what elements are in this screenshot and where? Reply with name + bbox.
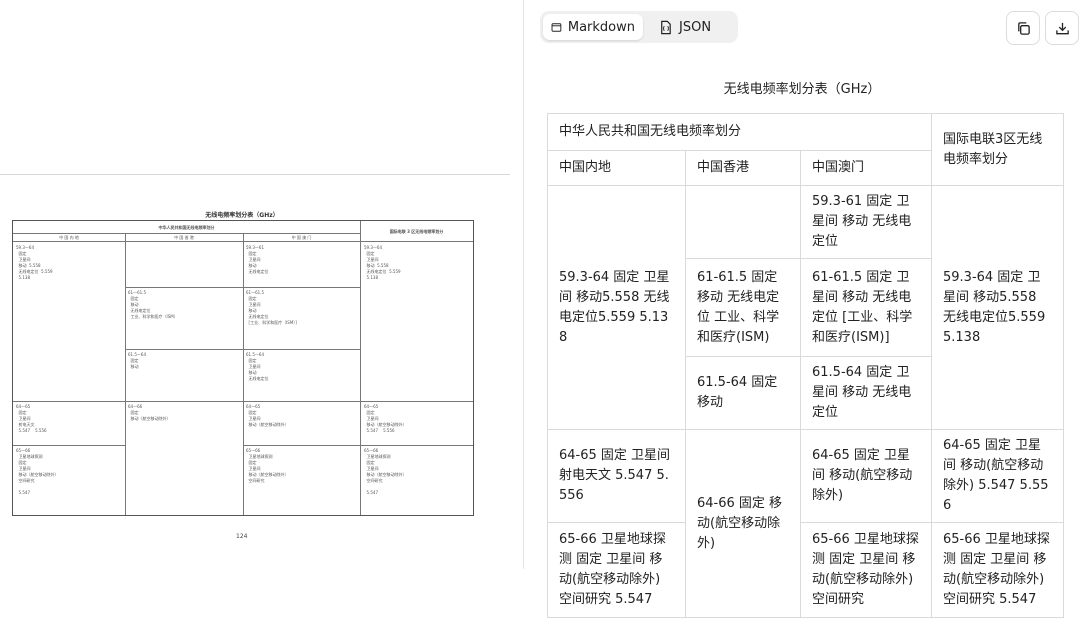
download-button[interactable] [1045,11,1079,45]
grid-line [13,233,360,234]
table-cell [685,185,801,259]
source-cell: 59.3—64 固定 卫星间 移动 5.558 无线电定位 5.559 5.13… [16,245,53,280]
table-row: 中华人民共和国无线电频率划分 国际电联3区无线电频率划分 [547,113,1064,186]
download-icon [1055,22,1069,34]
document-preview-pane: 无线电频率划分表（GHz） 中华人民共和国无线电频率划分 国际电联 3 区无线电… [0,0,523,569]
grid-line [13,445,125,446]
tab-json[interactable]: JSON [650,14,730,40]
tab-json-label: JSON [679,19,712,35]
table-cell: 61-61.5 固定 移动 无线电定位 工业、科学和医疗(ISM) [685,258,801,357]
grid-line [243,233,244,515]
json-file-icon [661,20,671,34]
table-cell: 59.3-61 固定 卫星间 移动 无线电定位 [800,185,932,259]
grid-line [125,233,126,515]
mainland-header-cell: 中国内地 [547,150,686,186]
grid-line [125,287,360,288]
source-cell: 64—65 固定 卫星间 移动（航空移动除外） 5.547 5.556 [364,404,407,433]
source-cell: 59.3—64 固定 卫星间 移动 5.558 无线电定位 5.559 5.13… [364,245,401,280]
source-cell: 61—61.5 固定 移动 无线电定位 工业、科学和医疗（ISM） [128,290,178,319]
source-cell: 64—65 固定 卫星间 移动（航空移动除外） [246,404,289,427]
source-col-header: 中 国 澳 门 [291,235,312,240]
table-cell: 65-66 卫星地球探测 固定 卫星间 移动(航空移动除外) 空间研究 5.54… [931,522,1064,618]
grid-line [360,221,361,515]
source-cell: 65—66 卫星地球探测 固定 卫星间 移动（航空移动除外） 空间研究 5.54… [16,448,59,495]
source-table-image: 中华人民共和国无线电频率划分 国际电联 3 区无线电频率划分 中 国 内 地 中… [12,220,474,516]
table-row: 65-66 卫星地球探测 固定 卫星间 移动(航空移动除外) 空间研究 5.54… [547,522,1064,618]
copy-button[interactable] [1006,11,1040,45]
table-cell: 64-65 固定 卫星间 移动(航空移动除外) 5.547 5.556 [931,429,1064,523]
source-col-header: 中 国 香 港 [174,235,194,240]
source-cell: 61.5—64 固定 卫星间 移动 无线电定位 [246,352,269,381]
source-cell: 64—65 固定 卫星间 射电天文 5.547 5.556 [16,404,47,433]
table-cell: 64-65 固定 卫星间 移动(航空移动除外) [800,429,932,523]
table-row: 64-65 固定 卫星间 射电天文 5.547 5.556 64-66 固定 移… [547,429,1064,618]
table-cell: 65-66 卫星地球探测 固定 卫星间 移动(航空移动除外) 空间研究 [800,522,932,618]
source-cell: 61—61.5 固定 卫星间 移动 无线电定位 [工业、科学和医疗（ISM）] [246,290,297,325]
table-cell: 64-66 固定 移动(航空移动除外) [685,429,801,618]
source-cell: 65—66 卫星地球探测 固定 卫星间 移动（航空移动除外） 空间研究 [246,448,289,483]
tab-markdown[interactable]: Markdown [543,14,643,40]
grid-line [125,349,360,350]
source-cell: 61.5—64 固定 移动 [128,352,146,369]
source-page-title: 无线电频率划分表（GHz） [205,212,279,219]
document-icon [551,22,562,32]
hongkong-header-cell: 中国香港 [685,150,801,186]
group-header-cell: 中华人民共和国无线电频率划分 [547,113,932,151]
tab-markdown-label: Markdown [567,19,635,35]
table-row: 59.3-64 固定 卫星间 移动5.558 无线电定位5.559 5.138 … [547,185,1064,430]
result-pane: Markdown JSON 无线电频率划分表（GHz） 中华人民共和国无线电频率 [524,0,1080,618]
table-cell: 64-65 固定 卫星间 射电天文 5.547 5.556 [547,429,686,523]
source-cell: 65—66 卫星地球探测 固定 卫星间 移动（航空移动除外） 空间研究 5.54… [364,448,407,495]
source-col-header: 中 国 内 地 [59,235,79,240]
source-group-header: 中华人民共和国无线电频率划分 [158,225,215,230]
table-cell: 61.5-64 固定 移动 [685,356,801,430]
itu-header-cell: 国际电联3区无线电频率划分 [931,113,1064,186]
source-itu-header: 国际电联 3 区无线电频率划分 [389,229,444,234]
grid-line [243,445,473,446]
frequency-allocation-table: 中华人民共和国无线电频率划分 国际电联3区无线电频率划分 中国内地 中国香港 中… [547,113,1064,618]
source-cell: 64—66 固定 移动（航空移动除外） [128,404,171,421]
grid-line [13,401,473,402]
view-toggle: Markdown JSON [540,11,738,43]
table-cell: 61-61.5 固定 卫星间 移动 无线电定位 [工业、科学和医疗(ISM)] [800,258,932,357]
page-number: 124 [236,533,248,540]
table-cell: 61.5-64 固定 卫星间 移动 无线电定位 [800,356,932,430]
table-cell: 59.3-64 固定 卫星间 移动5.558 无线电定位5.559 5.138 [547,185,686,430]
source-cell: 59.3—61 固定 卫星间 移动 无线电定位 [246,245,269,274]
table-cell: 59.3-64 固定 卫星间 移动5.558 无线电定位5.559 5.138 [931,185,1064,430]
copy-icon [1017,21,1030,35]
table-caption: 无线电频率划分表（GHz） [723,82,881,97]
macau-header-cell: 中国澳门 [800,150,932,186]
table-cell: 65-66 卫星地球探测 固定 卫星间 移动(航空移动除外) 空间研究 5.54… [547,522,686,618]
page-break-line [0,174,510,175]
